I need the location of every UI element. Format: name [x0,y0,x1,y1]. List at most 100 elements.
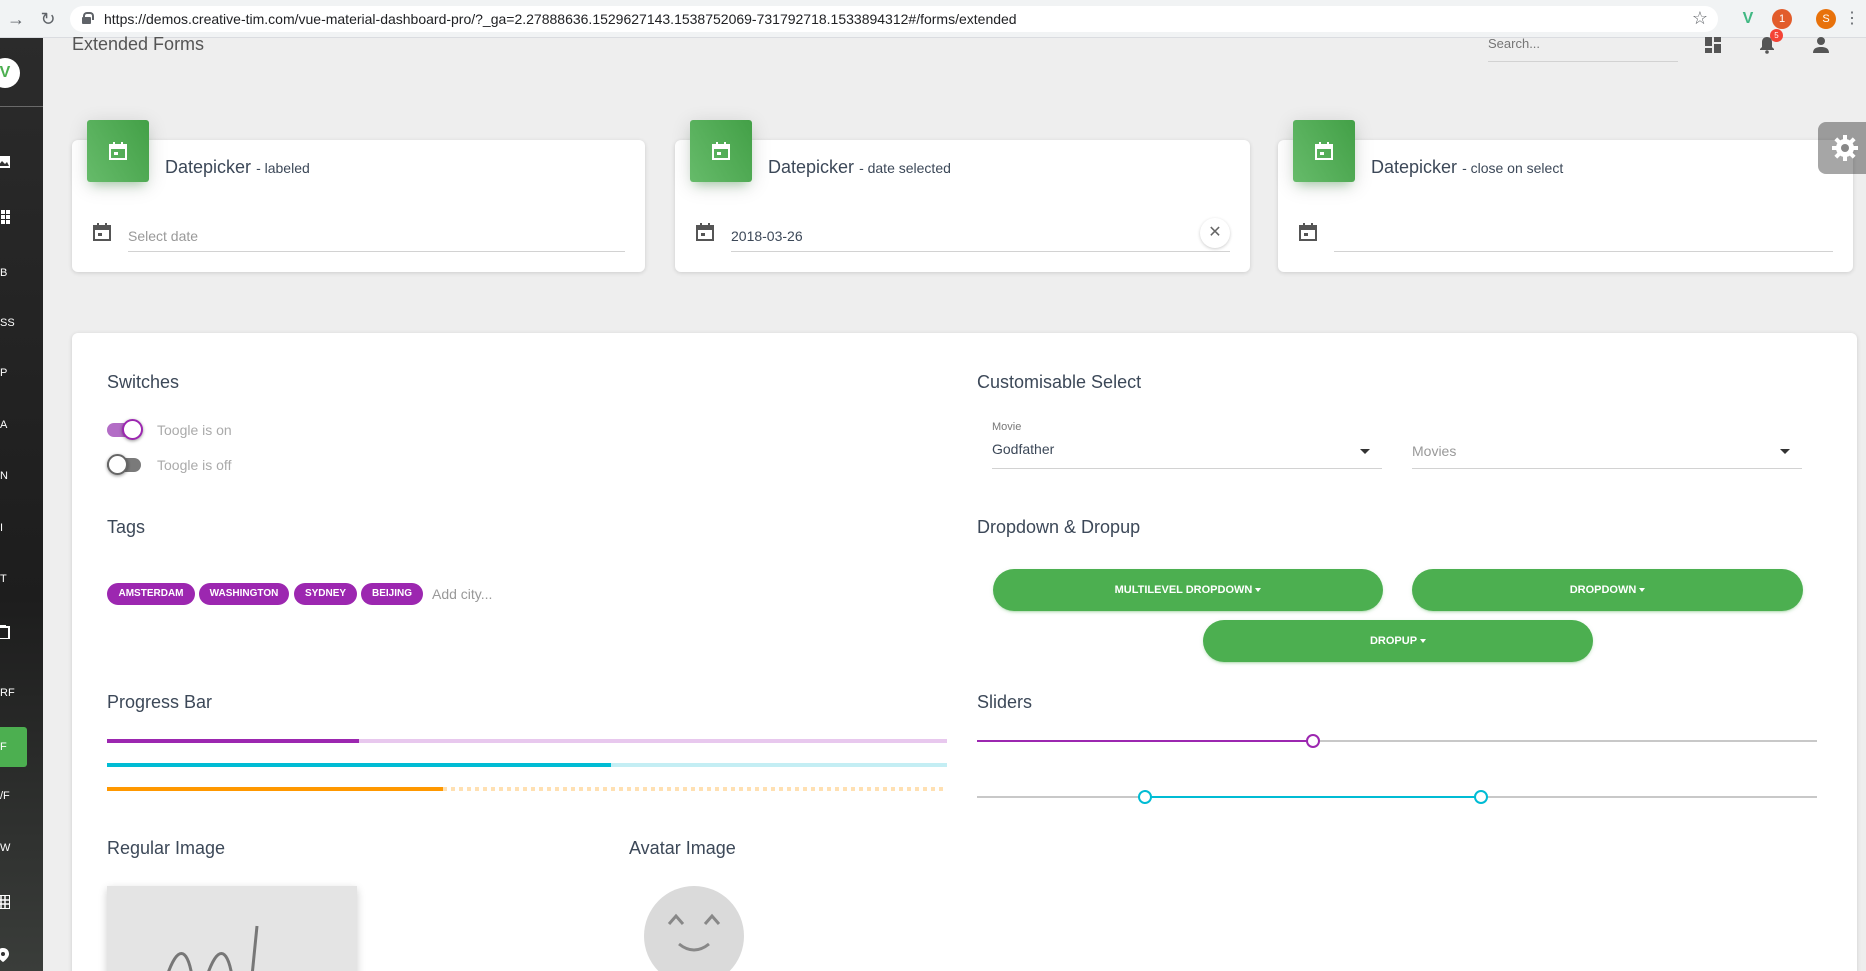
switch-label: Toogle is off [157,457,232,473]
range-slider-handle-max[interactable] [1474,790,1488,804]
sidebar-item-7[interactable]: T [0,559,43,599]
tag-chip[interactable]: AMSTERDAM [107,583,195,605]
avatar-image-placeholder[interactable] [644,886,744,971]
map-pin-icon [0,948,9,962]
vue-devtools-icon[interactable]: V [1738,9,1758,29]
profile-avatar[interactable]: S [1816,9,1836,29]
bookmark-star-icon[interactable]: ☆ [1692,8,1708,29]
date-input[interactable]: Select date [92,218,625,252]
sidebar-item-5[interactable]: N [0,456,43,496]
caret-down-icon [1639,588,1646,593]
date-value: 2018-03-26 [731,228,803,244]
regular-image-title: Regular Image [107,838,226,858]
sidebar-item-tables[interactable] [0,883,43,923]
search-input[interactable] [1488,30,1678,51]
progress-fill [107,763,611,767]
forward-arrow-icon[interactable]: → [4,7,28,31]
sidebar-item-forms[interactable] [0,613,43,653]
card-title: Datepicker - date selected [768,157,951,177]
avatar-image-title: Avatar Image [629,838,736,858]
clipboard-icon [0,625,10,639]
address-bar[interactable]: https://demos.creative-tim.com/vue-mater… [70,6,1718,32]
slider-handle[interactable] [1306,734,1320,748]
toggle-off[interactable]: Toogle is off [107,454,307,476]
sliders-title: Sliders [977,692,1033,712]
notification-count-badge: 5 [1770,29,1783,42]
customisable-select-title: Customisable Select [977,372,1142,392]
calendar-icon[interactable] [92,222,112,242]
sidebar-item-2[interactable]: SS [0,303,43,343]
sidebar-item-maps[interactable] [0,936,43,971]
sidebar-item-6[interactable]: I [0,508,43,548]
progress-bar-info [107,763,947,767]
multilevel-dropdown-button[interactable]: MULTILEVEL DROPDOWN [993,569,1383,611]
apps-icon [1,210,10,224]
progress-fill [107,739,359,743]
sidebar-divider [0,106,43,107]
reload-icon[interactable]: ↻ [36,7,60,31]
clear-date-button[interactable]: ✕ [1200,218,1230,248]
input-underline [128,251,625,252]
movie-select[interactable]: Godfather [992,433,1382,469]
calendar-icon[interactable] [695,222,715,242]
card-header-icon [690,120,752,182]
sidebar-item-9[interactable]: /F [0,776,43,816]
input-underline [1334,251,1833,252]
calendar-icon[interactable] [1298,222,1318,242]
movies-select[interactable]: Movies [1412,433,1802,469]
card-title: Datepicker - close on select [1371,157,1564,177]
extension-icon[interactable]: 1 [1772,9,1792,29]
sidebar-item-apps[interactable] [0,198,43,238]
switch-thumb[interactable] [107,454,128,475]
sidebar-item-1[interactable]: B [0,253,43,293]
search-field[interactable] [1488,30,1678,62]
sidebar-item-10[interactable]: W [0,828,43,868]
image-icon [0,156,10,168]
fixed-plugin-settings[interactable] [1818,122,1866,174]
tag-chip[interactable]: SYDNEY [294,583,357,605]
tag-chip[interactable]: WASHINGTON [199,583,289,605]
progress-bar-title: Progress Bar [107,692,213,712]
dashboard-icon[interactable] [1704,36,1722,54]
card-title: Datepicker - labeled [165,157,310,177]
toggle-on[interactable]: Toogle is on [107,419,307,441]
date-input[interactable]: 2018-03-26 ✕ [695,218,1230,252]
range-slider-fill [1145,796,1481,798]
range-slider-handle-min[interactable] [1138,790,1152,804]
select-value: Godfather [992,441,1055,457]
caret-down-icon [1420,639,1427,644]
user-profile-icon[interactable] [1812,36,1830,54]
caret-down-icon [1255,588,1262,593]
url-text: https://demos.creative-tim.com/vue-mater… [104,11,1017,27]
card-header-icon [87,120,149,182]
lock-icon [82,12,94,24]
sidebar-item-3[interactable]: P [0,353,43,393]
dropup-button[interactable]: DROPUP [1203,620,1593,662]
add-tag-input[interactable]: Add city... [432,586,492,602]
dropdown-title: Dropdown & Dropup [977,517,1141,537]
dropdown-button[interactable]: DROPDOWN [1412,569,1803,611]
progress-track [443,787,947,791]
select-label: Movie [992,421,1022,433]
smiley-face-icon [667,913,721,952]
datepicker-card-date-selected: Datepicker - date selected 2018-03-26 ✕ [675,120,1250,272]
sidebar-item-image[interactable] [0,143,43,183]
switch-label: Toogle is on [157,422,232,438]
sidebar-item-extended-forms[interactable]: F [0,727,27,767]
tag-chip[interactable]: BEIJING [361,583,423,605]
date-placeholder: Select date [128,228,199,244]
progress-fill [107,787,443,791]
date-input[interactable] [1298,218,1833,252]
regular-image-placeholder[interactable] [107,886,357,971]
progress-track [611,763,947,767]
card-header-icon [1293,120,1355,182]
switch-thumb[interactable] [122,419,143,440]
calendar-icon [1315,142,1333,160]
sidebar-item-8[interactable]: RF [0,673,43,713]
sidebar: V B SS P A N I T RF F /F W [0,38,43,971]
menu-dots-icon[interactable]: ⋮ [1840,7,1864,31]
logo[interactable]: V [0,58,20,88]
sidebar-item-4[interactable]: A [0,405,43,445]
progress-bar-warning [107,787,947,791]
image-placeholder-graphic [167,925,259,971]
